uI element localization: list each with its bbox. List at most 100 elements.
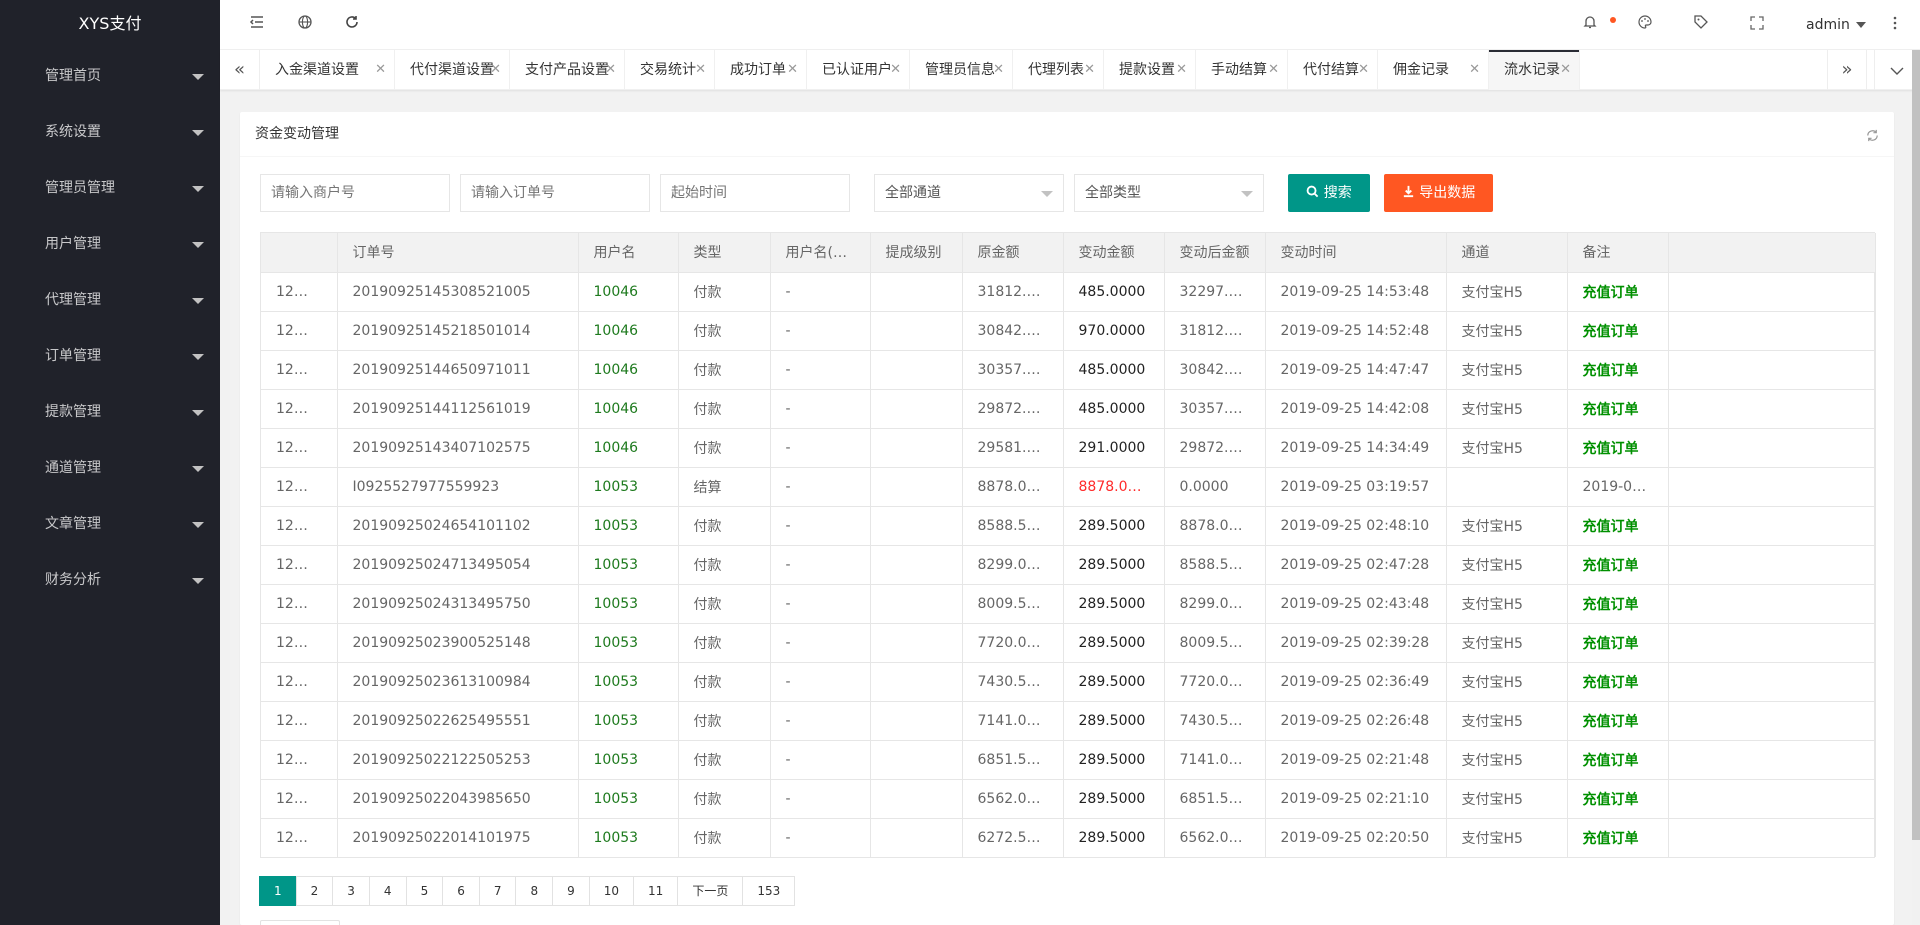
sidebar-item[interactable]: 文章管理 [0,496,220,552]
page-button[interactable]: 5 [405,876,444,906]
page-button[interactable]: 7 [478,876,517,906]
sidebar-item[interactable]: 通道管理 [0,440,220,496]
sidebar-item[interactable]: 提款管理 [0,384,220,440]
tab[interactable]: 入金渠道设置 ✕ [260,50,395,90]
column-header[interactable]: 提成级别 [870,233,963,273]
page-button[interactable]: 2 [295,876,334,906]
table-row[interactable]: 12… 20190925144112561019 10046 付款 - 29872.0… 4… [261,389,1876,429]
tabs-scroll-right-icon[interactable]: » [1827,50,1867,90]
column-header[interactable]: 通道 [1446,233,1568,273]
page-size-select[interactable] [260,920,340,925]
table-row[interactable]: 12… 20190925144650971011 10046 付款 - 30357.0… 4… [261,350,1876,390]
column-header[interactable]: 订单号 [337,233,579,273]
close-icon[interactable]: ✕ [375,50,386,90]
collapse-menu-icon[interactable] [246,14,268,36]
next-page-button[interactable]: 下一页 [677,876,744,906]
table-row[interactable]: 12… 20190925022625495551 10053 付款 - 7141.0000… [261,701,1876,741]
close-icon[interactable]: ✕ [1469,50,1480,90]
close-icon[interactable]: ✕ [1268,50,1279,90]
panel-refresh-icon[interactable] [1865,112,1880,157]
close-icon[interactable]: ✕ [695,50,706,90]
column-header[interactable]: 用户名(… [770,233,871,273]
table-row[interactable]: 12… I0925527977559923 10053 结算 - 8878.0000 887… [261,467,1876,507]
column-header[interactable]: 原金额 [962,233,1064,273]
tab[interactable]: 已认证用户 ✕ [807,50,910,90]
last-page-button[interactable]: 153 [742,876,796,906]
close-icon[interactable]: ✕ [993,50,1004,90]
table-row[interactable]: 12… 20190925022043985650 10053 付款 - 6562.0000… [261,779,1876,819]
channel-select[interactable]: 全部通道 [874,174,1064,212]
page-button[interactable]: 1 [259,876,297,906]
close-icon[interactable]: ✕ [1358,50,1369,90]
table-cell: 充值订单 [1567,545,1669,585]
table-row[interactable]: 12… 20190925145218501014 10046 付款 - 30842.0… 9… [261,311,1876,351]
table-cell: 20190925024313495750 [337,584,579,624]
page-scrollbar-thumb[interactable] [1912,50,1920,840]
column-header[interactable]: 备注 [1567,233,1669,273]
tab[interactable]: 代付结算 ✕ [1288,50,1378,90]
order-no-input[interactable] [460,174,650,212]
page-button[interactable]: 11 [633,876,679,906]
export-button[interactable]: 导出数据 [1384,174,1493,212]
page-button[interactable]: 6 [442,876,480,906]
sidebar-item[interactable]: 订单管理 [0,328,220,384]
search-button[interactable]: 搜索 [1288,174,1370,212]
close-icon[interactable]: ✕ [890,50,901,90]
table-row[interactable]: 12… 20190925024654101102 10053 付款 - 8588.5000… [261,506,1876,546]
column-header[interactable]: 变动时间 [1265,233,1447,273]
page-button[interactable]: 10 [588,876,635,906]
column-header[interactable]: 用户名 [578,233,679,273]
close-icon[interactable]: ✕ [787,50,798,90]
fullscreen-icon[interactable] [1746,14,1768,36]
close-icon[interactable]: ✕ [1560,50,1571,90]
close-icon[interactable]: ✕ [1084,50,1095,90]
sidebar-item[interactable]: 管理员管理 [0,160,220,216]
column-header[interactable]: 类型 [678,233,771,273]
tag-icon[interactable] [1690,14,1712,36]
tab[interactable]: 交易统计 ✕ [625,50,715,90]
column-header[interactable] [261,233,338,273]
tab[interactable]: 手动结算 ✕ [1196,50,1288,90]
admin-user-menu[interactable]: admin [1806,14,1866,36]
tab[interactable]: 成功订单 ✕ [715,50,807,90]
close-icon[interactable]: ✕ [605,50,616,90]
globe-icon[interactable] [294,14,316,36]
table-row[interactable]: 12… 20190925022122505253 10053 付款 - 6851.5000… [261,740,1876,780]
column-header[interactable]: 变动后金额 [1164,233,1266,273]
sidebar-item[interactable]: 财务分析 [0,552,220,608]
merchant-no-input[interactable] [260,174,450,212]
sidebar-item[interactable]: 系统设置 [0,104,220,160]
bell-icon[interactable] [1579,14,1601,36]
close-icon[interactable]: ✕ [490,50,501,90]
table-row[interactable]: 12… 20190925023900525148 10053 付款 - 7720.0000… [261,623,1876,663]
sidebar-item[interactable]: 代理管理 [0,272,220,328]
column-header[interactable]: 变动金额 [1063,233,1165,273]
close-icon[interactable]: ✕ [1176,50,1187,90]
page-button[interactable]: 9 [552,876,590,906]
table-row[interactable]: 12… 20190925024713495054 10053 付款 - 8299.0000… [261,545,1876,585]
refresh-icon[interactable] [341,14,363,36]
app-logo[interactable]: XYS支付 [0,0,220,48]
page-button[interactable]: 3 [332,876,370,906]
tab[interactable]: 代理列表 ✕ [1013,50,1104,90]
theme-icon[interactable] [1634,14,1656,36]
page-button[interactable]: 4 [368,876,407,906]
more-vertical-icon[interactable] [1884,14,1906,36]
table-row[interactable]: 12… 20190925143407102575 10046 付款 -29581.0… 2… [261,428,1876,468]
tab[interactable]: 支付产品设置 ✕ [510,50,625,90]
tab[interactable]: 管理员信息 ✕ [910,50,1013,90]
page-button[interactable]: 8 [515,876,554,906]
tab[interactable]: 流水记录 ✕ [1489,50,1580,90]
tab[interactable]: 提款设置 ✕ [1104,50,1196,90]
sidebar-item[interactable]: 用户管理 [0,216,220,272]
table-row[interactable]: 12… 20190925145308521005 10046 付款 - 31812.0… 4… [261,272,1876,312]
table-row[interactable]: 12… 20190925022014101975 10053 付款 - 6272.5000… [261,818,1876,857]
tab[interactable]: 代付渠道设置 ✕ [395,50,510,90]
sidebar-item[interactable]: 管理首页 [0,48,220,104]
tab[interactable]: 佣金记录 ✕ [1378,50,1489,90]
start-time-input[interactable] [660,174,850,212]
table-row[interactable]: 12… 20190925024313495750 10053 付款 - 8009.5000… [261,584,1876,624]
type-select[interactable]: 全部类型 [1074,174,1264,212]
table-row[interactable]: 12… 20190925023613100984 10053 付款 - 7430.5000… [261,662,1876,702]
tabs-scroll-left-icon[interactable]: « [220,50,260,90]
